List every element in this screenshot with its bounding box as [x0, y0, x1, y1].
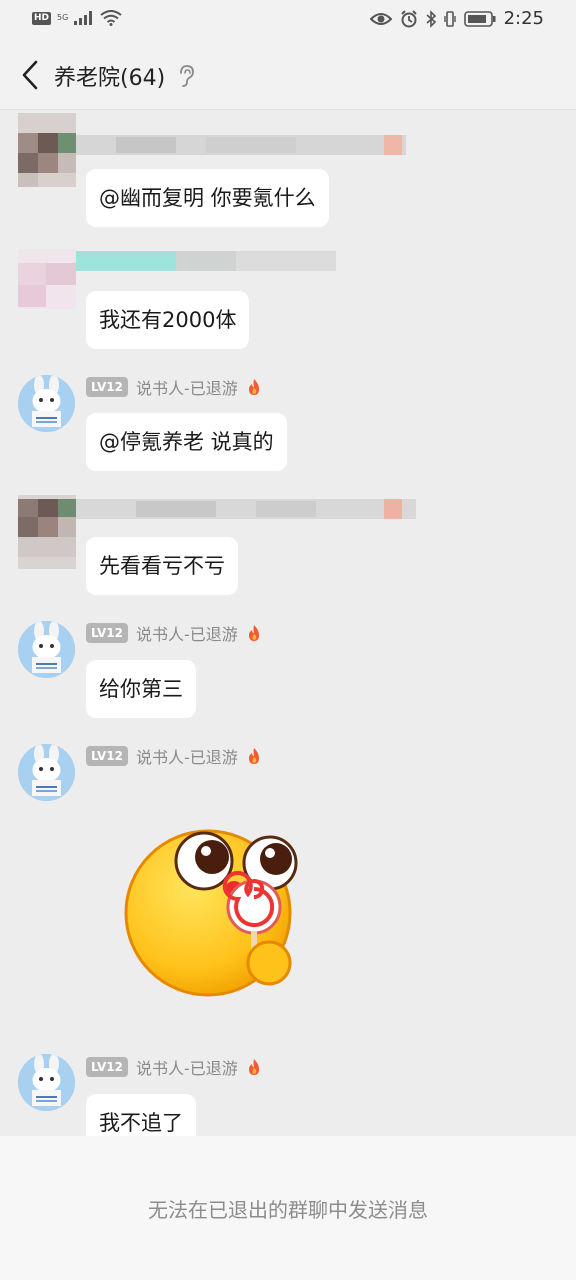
message-bubble[interactable]: 我还有2000体 [86, 291, 250, 349]
fire-icon [248, 748, 259, 764]
message-bubble[interactable]: @停氪养老 说真的 [86, 413, 287, 471]
message-bubble[interactable]: 我不追了 [86, 1094, 196, 1136]
input-disabled-bar: 无法在已退出的群聊中发送消息 [0, 1136, 576, 1280]
rabbit-avatar-image [18, 1054, 75, 1111]
message-bubble[interactable]: 先看看亏不亏 [86, 537, 238, 595]
ear-icon[interactable] [177, 64, 195, 88]
message-bubble[interactable]: 给你第三 [86, 660, 196, 718]
avatar-pixelated[interactable] [18, 249, 76, 309]
sender-name[interactable]: 说书人-已退游 [136, 1055, 238, 1079]
eye-icon [369, 12, 392, 25]
fire-icon [248, 625, 259, 641]
rabbit-avatar-image [18, 621, 75, 678]
sender-meta: LV12 说书人-已退游 [86, 1056, 262, 1078]
chevron-left-icon [22, 60, 38, 90]
sender-name-pixelated [76, 251, 336, 271]
hd-badge: HD [32, 11, 52, 25]
sender-meta: LV12 说书人-已退游 [86, 745, 262, 767]
avatar[interactable] [18, 621, 75, 678]
alarm-icon [400, 9, 417, 27]
rabbit-avatar-image [18, 375, 75, 432]
sender-meta: LV12 说书人-已退游 [86, 376, 262, 398]
rabbit-avatar-image [18, 744, 75, 801]
chat-header: 养老院(64) [0, 40, 576, 110]
lollipop-emoji-sticker[interactable] [120, 811, 310, 1011]
group-title[interactable]: 养老院(64) [54, 60, 165, 92]
sender-meta: LV12 说书人-已退游 [86, 622, 262, 644]
signal-icon [74, 11, 93, 25]
avatar-pixelated[interactable] [18, 495, 76, 569]
sender-name[interactable]: 说书人-已退游 [136, 375, 238, 399]
sender-name-pixelated [76, 135, 406, 155]
avatar-pixelated[interactable] [18, 113, 76, 187]
status-left: HD 5G [32, 10, 122, 26]
fire-icon [248, 379, 259, 395]
level-badge: LV12 [86, 1057, 128, 1077]
battery-icon [463, 10, 496, 27]
sender-name[interactable]: 说书人-已退游 [136, 744, 238, 768]
status-bar: HD 5G 2:25 [0, 0, 576, 40]
cannot-send-notice: 无法在已退出的群聊中发送消息 [148, 1198, 428, 1222]
vibrate-icon [443, 10, 456, 27]
level-badge: LV12 [86, 623, 128, 643]
sender-name[interactable]: 说书人-已退游 [136, 621, 238, 645]
wifi-icon [100, 10, 122, 26]
avatar[interactable] [18, 1054, 75, 1111]
fire-icon [248, 1059, 259, 1075]
status-right: 2:25 [369, 8, 544, 29]
level-badge: LV12 [86, 746, 128, 766]
level-badge: LV12 [86, 377, 128, 397]
avatar[interactable] [18, 744, 75, 801]
message-bubble[interactable]: @幽而复明 你要氪什么 [86, 169, 329, 227]
chat-area[interactable]: @幽而复明 你要氪什么 我还有2000体 LV12 说书人-已退游 @停氪养老 … [0, 111, 576, 1136]
network-type: 5G [57, 13, 69, 22]
back-button[interactable] [16, 58, 44, 92]
sender-name-pixelated [76, 499, 416, 519]
avatar[interactable] [18, 375, 75, 432]
bluetooth-icon [426, 9, 436, 28]
status-time: 2:25 [503, 8, 544, 29]
